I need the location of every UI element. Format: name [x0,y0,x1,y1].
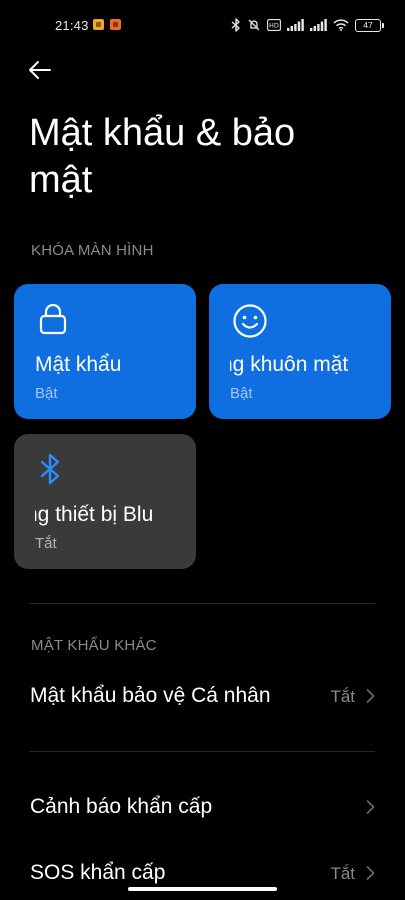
password-card[interactable]: Mật khẩu Bật [14,284,196,419]
card-status: Bật [35,385,58,402]
face-unlock-card[interactable]: ng khuôn mặt Bật [209,284,391,419]
card-status: Tắt [35,535,57,552]
list-item-emergency-alert[interactable]: Cảnh báo khẩn cấp [0,783,405,833]
list-item-label: SOS khẩn cấp [30,861,166,884]
signal-1-icon [287,19,304,31]
wifi-icon [333,19,349,31]
status-time: 21:43 [55,18,89,33]
section-title-other-passwords: MẬT KHẨU KHÁC [31,637,157,654]
page-title: Mật khẩu & bảo mật [29,112,296,201]
list-item-value: Tắt [330,687,355,706]
divider [29,603,375,604]
card-label: ng thiết bị Blu [35,503,154,526]
section-title-lock-screen: KHÓA MÀN HÌNH [31,242,154,259]
battery-icon: 47 [355,18,384,32]
silent-icon [248,19,260,31]
bluetooth-unlock-card[interactable]: ng thiết bị Blu Tắt [14,434,196,569]
divider [29,751,375,752]
list-item-value: Tắt [330,864,355,883]
status-icons: HD 47 [231,16,384,34]
card-status: Bật [230,385,253,402]
chevron-right-icon [366,866,375,880]
bluetooth-icon [231,18,240,32]
svg-text:HD: HD [269,22,279,30]
chevron-right-icon [366,800,375,814]
back-button[interactable] [28,56,60,84]
card-label: Mật khẩu [35,353,122,376]
back-arrow-icon [29,61,51,79]
chevron-right-icon [366,689,375,703]
list-item-label: Mật khẩu bảo vệ Cá nhân [30,684,271,707]
notification-app-icon [93,19,104,30]
face-icon [233,304,267,338]
list-item-personal-password[interactable]: Mật khẩu bảo vệ Cá nhân Tắt [0,672,405,722]
bluetooth-icon [40,453,60,485]
notification-app-icon [110,19,121,30]
card-label: ng khuôn mặt [230,353,349,376]
status-bar: 21:43 HD 47 [0,0,405,52]
lock-icon [39,303,67,335]
list-item-label: Cảnh báo khẩn cấp [30,795,213,818]
signal-2-icon [310,19,327,31]
list-item-emergency-sos[interactable]: SOS khẩn cấp Tắt [0,849,405,899]
volte-icon: HD [267,19,281,31]
home-indicator[interactable] [128,887,277,891]
